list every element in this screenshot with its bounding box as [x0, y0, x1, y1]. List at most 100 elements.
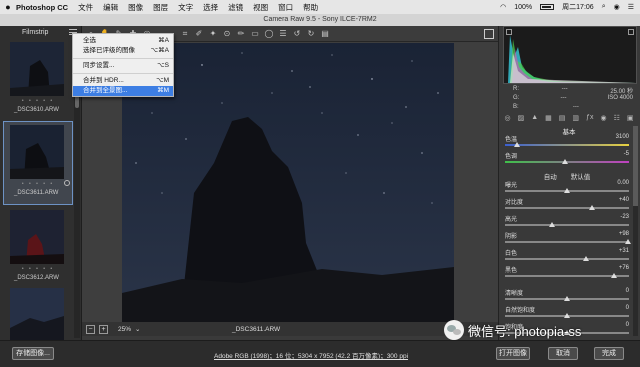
menu-view[interactable]: 视图: [253, 2, 268, 13]
tab-effects-icon[interactable]: ƒx: [586, 114, 593, 124]
done-button[interactable]: 完成: [594, 347, 624, 360]
tab-hsl-icon[interactable]: ▦: [545, 114, 552, 124]
slider-exposure[interactable]: 曝光 0.00: [503, 180, 631, 197]
zoom-out-button[interactable]: −: [86, 324, 95, 334]
slider-value[interactable]: 3100: [616, 134, 629, 140]
graduated-filter-icon[interactable]: ▭: [250, 29, 260, 39]
menu-app-name[interactable]: Photoshop CC: [16, 3, 68, 12]
slider-whites[interactable]: 白色 +31: [503, 248, 631, 265]
thumbnail[interactable]: [10, 125, 64, 179]
menu-type[interactable]: 文字: [178, 2, 193, 13]
red-eye-icon[interactable]: ⊙: [222, 29, 232, 39]
slider-value[interactable]: +98: [619, 231, 629, 237]
slider-knob[interactable]: [514, 142, 521, 147]
slider-highlights[interactable]: 高光 -23: [503, 214, 631, 231]
slider-knob[interactable]: [564, 296, 570, 301]
menu-window[interactable]: 窗口: [278, 2, 293, 13]
slider-value[interactable]: -23: [620, 214, 629, 220]
menu-item-merge-hdr[interactable]: 合并到 HDR... ⌥M: [73, 76, 173, 86]
scrollbar-thumb[interactable]: [633, 126, 638, 206]
export-icon[interactable]: [484, 29, 494, 39]
slider-value[interactable]: 0.00: [617, 180, 629, 186]
slider-track[interactable]: [505, 207, 629, 209]
user-icon[interactable]: ◉: [614, 3, 620, 11]
tab-tone-curve-icon[interactable]: ▨: [518, 114, 525, 124]
slider-knob[interactable]: [549, 222, 556, 227]
auto-button[interactable]: 自动: [544, 171, 557, 181]
save-image-button[interactable]: 存储图像...: [12, 347, 54, 360]
workflow-options-link[interactable]: Adobe RGB (1998)；16 位；5304 x 7952 (42.2 …: [214, 350, 408, 360]
crop-tool-icon[interactable]: ⌗: [180, 29, 190, 39]
slider-shadows[interactable]: 阴影 +98: [503, 231, 631, 248]
slider-track[interactable]: [505, 144, 629, 146]
straighten-tool-icon[interactable]: ✐: [194, 29, 204, 39]
tab-presets-icon[interactable]: ☷: [614, 114, 620, 124]
tab-basic-icon[interactable]: ◎: [505, 114, 511, 124]
menu-select[interactable]: 选择: [203, 2, 218, 13]
slider-knob[interactable]: [624, 239, 631, 244]
battery-icon[interactable]: [540, 4, 555, 10]
menu-item-merge-panorama[interactable]: 合并到全景图... ⌘M: [73, 86, 173, 96]
open-image-button[interactable]: 打开图像: [496, 347, 530, 360]
zoom-level[interactable]: 25%: [118, 326, 131, 333]
rating-stars[interactable]: • • • • •: [4, 181, 72, 188]
slider-knob[interactable]: [561, 159, 568, 164]
filmstrip-item[interactable]: • • • • • _DSC3612.ARW: [4, 210, 72, 281]
rotate-ccw-icon[interactable]: ↺: [292, 29, 302, 39]
menu-file[interactable]: 文件: [78, 2, 93, 13]
slider-tint[interactable]: 色调 -5: [503, 151, 631, 168]
slider-knob[interactable]: [582, 256, 589, 261]
trash-icon[interactable]: ▤: [320, 29, 330, 39]
zoom-dropdown-icon[interactable]: ⌄: [135, 325, 140, 333]
rating-stars[interactable]: • • • • •: [4, 266, 72, 273]
clock[interactable]: 周二17:06: [562, 2, 594, 12]
menu-layer[interactable]: 图层: [153, 2, 168, 13]
tab-detail-icon[interactable]: ▲: [531, 114, 538, 124]
menu-item-select-all[interactable]: 全选 ⌘A: [73, 36, 173, 46]
adjustment-brush-icon[interactable]: ✏: [236, 29, 246, 39]
menu-help[interactable]: 帮助: [303, 2, 318, 13]
radial-filter-icon[interactable]: ◯: [264, 29, 274, 39]
spot-removal-icon[interactable]: ✦: [208, 29, 218, 39]
rotate-cw-icon[interactable]: ↻: [306, 29, 316, 39]
tab-snapshots-icon[interactable]: ▣: [627, 114, 634, 124]
menu-image[interactable]: 图像: [128, 2, 143, 13]
search-icon[interactable]: ⌕: [602, 3, 606, 11]
filmstrip-item-selected[interactable]: • • • • • _DSC3611.ARW: [3, 121, 73, 205]
preferences-icon[interactable]: ☰: [278, 29, 288, 39]
slider-value[interactable]: +76: [619, 265, 629, 271]
menu-edit[interactable]: 编辑: [103, 2, 118, 13]
menu-filter[interactable]: 滤镜: [228, 2, 243, 13]
slider-blacks[interactable]: 黑色 +76: [503, 265, 631, 282]
slider-temperature[interactable]: 色温 3100: [503, 134, 631, 151]
slider-value[interactable]: 0: [626, 322, 629, 328]
slider-track[interactable]: [505, 241, 629, 243]
slider-value[interactable]: 0: [626, 288, 629, 294]
filmstrip-item[interactable]: • • • • • _DSC3610.ARW: [4, 42, 72, 113]
slider-value[interactable]: +31: [619, 248, 629, 254]
default-button[interactable]: 默认值: [571, 171, 591, 181]
slider-knob[interactable]: [588, 205, 595, 210]
slider-knob[interactable]: [564, 188, 570, 193]
slider-knob[interactable]: [564, 313, 570, 318]
tab-camera-calibration-icon[interactable]: ◉: [600, 114, 606, 124]
cancel-button[interactable]: 取消: [548, 347, 578, 360]
thumbnail[interactable]: [10, 42, 64, 96]
panel-scrollbar[interactable]: [633, 126, 638, 336]
rating-stars[interactable]: • • • • •: [4, 98, 72, 105]
slider-knob[interactable]: [611, 273, 618, 278]
tab-lens-icon[interactable]: ▥: [572, 114, 579, 124]
slider-value[interactable]: 0: [626, 305, 629, 311]
apple-icon[interactable]: ●: [0, 2, 16, 12]
slider-value[interactable]: -5: [624, 151, 629, 157]
notification-icon[interactable]: ☰: [628, 3, 634, 11]
thumbnail[interactable]: [10, 288, 64, 342]
slider-track[interactable]: [505, 224, 629, 226]
menu-item-select-rated[interactable]: 选择已评级的图像 ⌥⌘A: [73, 46, 173, 56]
slider-clarity[interactable]: 清晰度 0: [503, 288, 631, 305]
filmstrip-item[interactable]: [4, 288, 72, 342]
wifi-icon[interactable]: ◠: [500, 3, 506, 11]
thumbnail[interactable]: [10, 210, 64, 264]
slider-value[interactable]: +40: [619, 197, 629, 203]
slider-contrast[interactable]: 对比度 +40: [503, 197, 631, 214]
